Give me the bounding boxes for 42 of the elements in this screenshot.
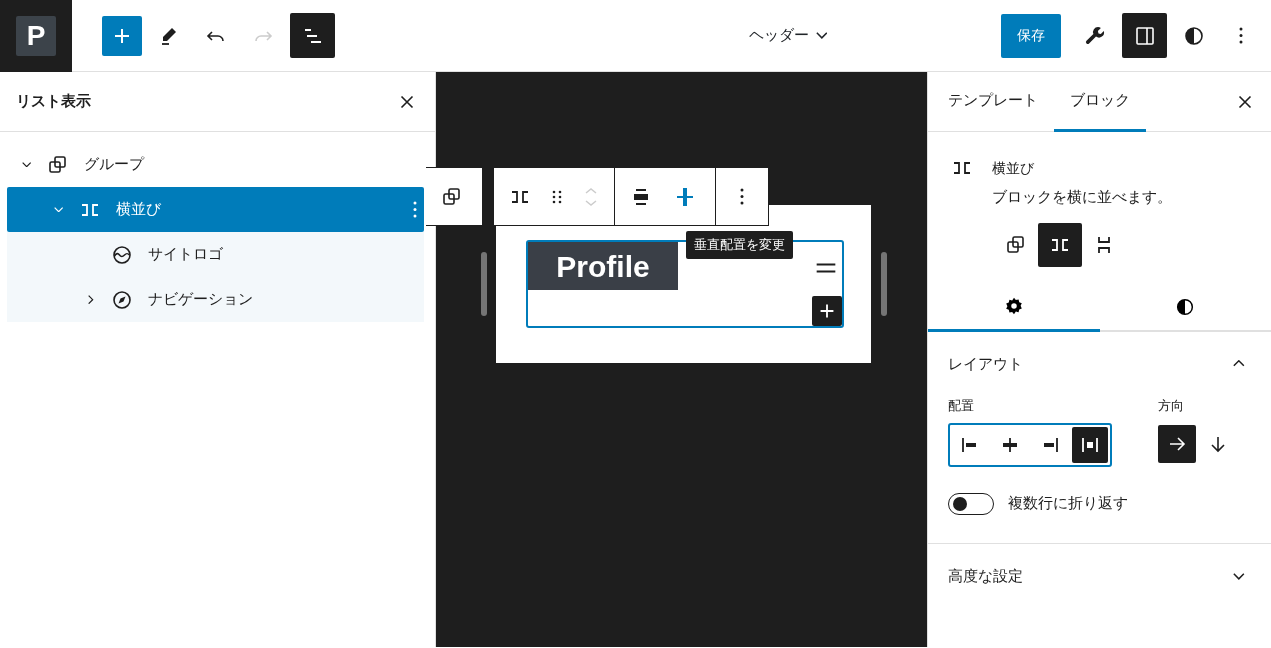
tooltip: 垂直配置を変更 bbox=[686, 231, 793, 259]
document-title-button[interactable]: ヘッダー bbox=[741, 19, 835, 52]
justification-control[interactable] bbox=[948, 423, 1112, 468]
chevron-right-icon bbox=[88, 294, 94, 305]
block-name: 横並び bbox=[992, 159, 1035, 178]
chevron-down-icon bbox=[815, 32, 828, 39]
resize-handle[interactable] bbox=[881, 252, 887, 316]
tree-item-label: 横並び bbox=[116, 199, 161, 221]
sidebar-tab[interactable]: ブロック bbox=[1054, 72, 1146, 132]
block-description: ブロックを横に並べます。 bbox=[992, 188, 1172, 207]
panel-title: レイアウト bbox=[948, 353, 1023, 375]
chevron-down-icon bbox=[1233, 572, 1245, 580]
settings-button[interactable] bbox=[1122, 13, 1167, 58]
panel-title: 高度な設定 bbox=[948, 566, 1023, 587]
more-options-icon bbox=[413, 201, 417, 218]
more-options-icon bbox=[740, 188, 744, 205]
field-label: 方向 bbox=[1157, 396, 1185, 415]
field-label: 配置 bbox=[948, 396, 975, 415]
save-button[interactable]: 保存 bbox=[1001, 13, 1061, 58]
tree-item-label: グループ bbox=[84, 154, 144, 176]
wrap-toggle[interactable] bbox=[948, 493, 994, 516]
list-view-button[interactable] bbox=[290, 13, 335, 58]
sidebar-tab[interactable]: テンプレート bbox=[932, 72, 1054, 132]
tree-item[interactable]: 横並び bbox=[7, 187, 424, 232]
resize-handle[interactable] bbox=[481, 252, 487, 316]
space-between-button[interactable] bbox=[1072, 427, 1108, 464]
tree-item-label: サイトロゴ bbox=[148, 244, 223, 266]
tree-item[interactable]: サイトロゴ bbox=[7, 232, 424, 277]
tree-item-label: ナビゲーション bbox=[148, 289, 253, 311]
row-variation-button[interactable] bbox=[1038, 222, 1082, 267]
panel-title: リスト表示 bbox=[16, 91, 91, 113]
chevron-down-icon bbox=[22, 161, 32, 168]
tree-item[interactable]: グループ bbox=[7, 142, 424, 187]
site-title: Profile bbox=[528, 242, 678, 290]
add-block-button[interactable] bbox=[812, 296, 842, 326]
tree-item[interactable]: ナビゲーション bbox=[7, 277, 424, 322]
toggle-label: 複数行に折り返す bbox=[1008, 494, 1128, 514]
chevron-up-icon bbox=[1233, 360, 1245, 368]
chevron-down-icon bbox=[54, 206, 64, 213]
horizontal-button[interactable] bbox=[1157, 425, 1196, 464]
site-logo[interactable]: P bbox=[16, 15, 56, 56]
more-options-icon bbox=[1239, 27, 1243, 44]
